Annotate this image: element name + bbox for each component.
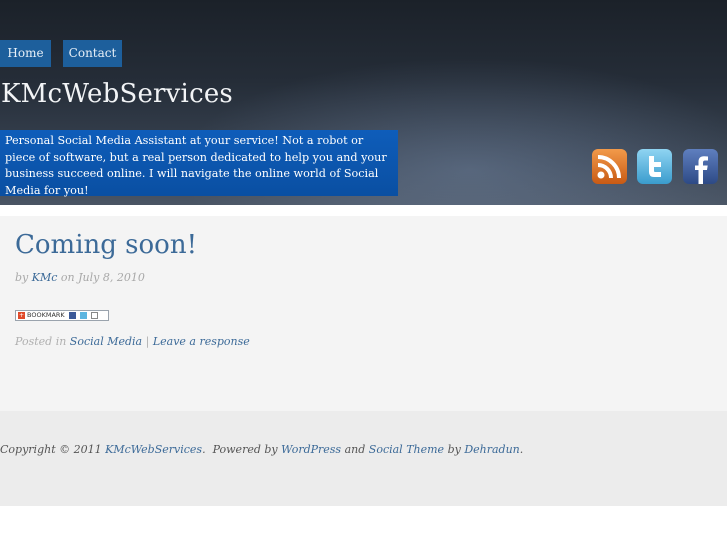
by-text: by (447, 443, 461, 456)
plus-icon: + (18, 311, 25, 319)
category-link[interactable]: Social Media (70, 335, 142, 348)
powered-text: . Powered by (202, 443, 278, 456)
site-title[interactable]: KMcWebServices (1, 79, 233, 109)
nav-home-link[interactable]: Home (0, 40, 51, 67)
leave-response-link[interactable]: Leave a response (153, 335, 250, 348)
email-mini-icon (90, 311, 98, 319)
meta-separator: | (145, 335, 150, 348)
facebook-mini-icon (68, 311, 76, 319)
wordpress-link[interactable]: WordPress (281, 443, 341, 456)
twitter-icon[interactable] (637, 149, 672, 184)
post-title[interactable]: Coming soon! (15, 230, 197, 260)
end-text: . (519, 443, 524, 456)
theme-author-link[interactable]: Dehradun (464, 443, 519, 456)
byline-by: by (15, 271, 29, 284)
author-link[interactable]: KMc (32, 271, 58, 284)
site-tagline: Personal Social Media Assistant at your … (0, 130, 398, 197)
posted-in-label: Posted in (15, 335, 67, 348)
theme-link[interactable]: Social Theme (369, 443, 444, 456)
post-content: Coming soon! by KMc on July 8, 2010 + BOO… (0, 216, 727, 411)
and-text: and (344, 443, 366, 456)
post-meta: Posted in Social Media | Leave a respons… (15, 335, 250, 348)
site-header: Home Contact KMcWebServices Personal Soc… (0, 0, 727, 205)
copyright-prefix: Copyright © 2011 (0, 443, 102, 456)
facebook-icon[interactable] (683, 149, 718, 184)
footer-site-link[interactable]: KMcWebServices (105, 443, 202, 456)
rss-icon[interactable] (592, 149, 627, 184)
post-date: July 8, 2010 (78, 271, 145, 284)
copyright-text: Copyright © 2011 KMcWebServices. Powered… (0, 443, 523, 456)
nav-contact-link[interactable]: Contact (63, 40, 122, 67)
post-byline: by KMc on July 8, 2010 (15, 271, 145, 284)
bookmark-button[interactable]: + BOOKMARK (15, 310, 109, 321)
site-footer: Copyright © 2011 KMcWebServices. Powered… (0, 411, 727, 506)
byline-on: on (60, 271, 75, 284)
twitter-mini-icon (79, 311, 87, 319)
bookmark-label: BOOKMARK (27, 311, 65, 319)
